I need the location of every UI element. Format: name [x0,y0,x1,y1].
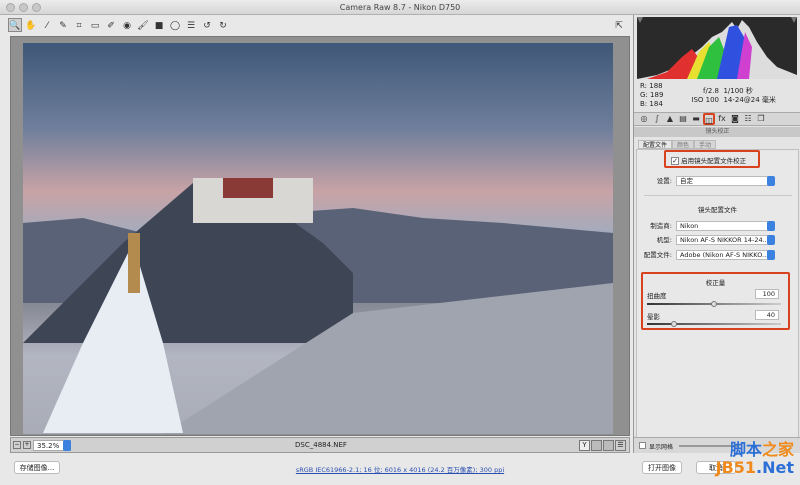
graduated-filter-icon[interactable]: ■ [152,18,166,32]
hand-icon[interactable]: ✋ [24,18,38,32]
vignette-input[interactable]: 40 [755,310,779,320]
distortion-slider[interactable] [647,301,781,307]
zoom-window-button[interactable] [32,3,41,12]
close-button[interactable] [6,3,15,12]
make-select[interactable]: Nikon [676,221,768,231]
palace-red [223,178,273,198]
photo-scene [23,178,613,434]
photo-preview[interactable] [23,43,613,434]
profile-select[interactable]: Adobe (Nikon AF-S NIKKO... [676,250,768,260]
rotate-right-icon[interactable]: ↻ [216,18,230,32]
status-bar: − + 35.2% DSC_4884.NEF Y ☰ [10,437,630,453]
correction-amount-group: 校正量 扭曲度 100 晕影 40 [641,272,790,330]
spot-removal-icon[interactable]: ✐ [104,18,118,32]
distortion-label: 扭曲度 [647,292,667,300]
show-grid-checkbox[interactable] [639,442,646,449]
amount-title: 校正量 [705,279,726,287]
tone-curve-icon[interactable]: ∫ [651,113,663,125]
filename: DSC_4884.NEF [295,441,347,449]
model-label: 机型: [656,236,672,244]
radial-filter-icon[interactable]: ◯ [168,18,182,32]
profile-stepper-icon[interactable] [767,250,775,260]
setup-label: 设置: [656,177,672,185]
model-select[interactable]: Nikon AF-S NIKKOR 14-24... [676,235,768,245]
profile-title: 镜头配置文件 [698,206,737,214]
distortion-slider-handle[interactable] [711,301,717,307]
split-toning-icon[interactable]: ▬ [690,113,702,125]
effects-icon[interactable]: fx [716,113,728,125]
profile-label: 配置文件: [643,251,672,259]
rotate-left-icon[interactable]: ↺ [200,18,214,32]
stupa-spire [128,233,140,293]
zoom-icon[interactable]: 🔍 [8,18,22,32]
tab-color[interactable]: 颜色 [672,140,695,149]
red-eye-icon[interactable]: ◉ [120,18,134,32]
watermark-logo: 脚本之家 JB51.Net [715,440,794,477]
camera-calibration-icon[interactable]: ◙ [729,113,741,125]
vignette-slider-handle[interactable] [671,321,677,327]
menu-icon[interactable]: ☰ [615,440,626,451]
window-title: Camera Raw 8.7 - Nikon D750 [339,3,461,12]
swap-icon[interactable] [591,440,602,451]
highlight-clipping-icon[interactable] [791,17,797,23]
histogram [637,17,797,79]
presets-icon[interactable]: ☷ [742,113,754,125]
preferences-icon[interactable]: ☰ [184,18,198,32]
image-preview-area [10,36,630,436]
crop-icon[interactable]: ⌗ [72,18,86,32]
shadow-clipping-icon[interactable] [637,17,643,23]
before-after-icon[interactable]: Y [579,440,590,451]
minimize-button[interactable] [19,3,28,12]
setup-stepper-icon[interactable] [767,176,775,186]
toolbar: 🔍 ✋ ⁄ ✎ ⌗ ▭ ✐ ◉ 🖌 ■ ◯ ☰ ↺ ↻ [8,18,230,34]
divider [644,195,792,196]
right-panel: R: 188 G: 189 B: 184 f/2.8 1/100 秒 ISO 1… [633,15,800,453]
exif-readout: f/2.8 1/100 秒 ISO 100 14-24@24 毫米 [691,87,776,104]
copy-settings-icon[interactable] [603,440,614,451]
make-label: 制造商: [650,222,672,230]
vignette-label: 晕影 [647,313,660,321]
detail-icon[interactable]: ▲ [664,113,676,125]
checkbox[interactable]: ✓ [671,157,679,165]
enable-profile-correction[interactable]: ✓ 启用镜头配置文件校正 [664,150,760,168]
tab-profile[interactable]: 配置文件 [638,140,673,149]
tab-manual[interactable]: 手动 [694,140,717,149]
title-bar: Camera Raw 8.7 - Nikon D750 [0,0,800,15]
vignette-slider[interactable] [647,321,781,327]
rgb-readout: R: 188 G: 189 B: 184 [640,82,664,108]
basic-icon[interactable]: ◎ [638,113,650,125]
snapshots-icon[interactable]: ❐ [755,113,767,125]
white-balance-icon[interactable]: ⁄ [40,18,54,32]
show-grid-label: 显示网格 [649,444,674,451]
panel-tabs: ◎ ∫ ▲ ▤ ▬ ◫ fx ◙ ☷ ❐ [634,112,800,126]
open-image-button[interactable]: 打开图像 [642,461,682,474]
distortion-input[interactable]: 100 [755,289,779,299]
color-sampler-icon[interactable]: ✎ [56,18,70,32]
fullscreen-icon[interactable]: ⇱ [612,18,626,32]
panel-title: 镜头校正 [634,127,800,137]
lens-corrections-icon[interactable]: ◫ [703,113,715,125]
model-stepper-icon[interactable] [767,235,775,245]
straighten-icon[interactable]: ▭ [88,18,102,32]
setup-select[interactable]: 自定 [676,176,768,186]
make-stepper-icon[interactable] [767,221,775,231]
hsl-icon[interactable]: ▤ [677,113,689,125]
brush-icon[interactable]: 🖌 [136,18,150,32]
